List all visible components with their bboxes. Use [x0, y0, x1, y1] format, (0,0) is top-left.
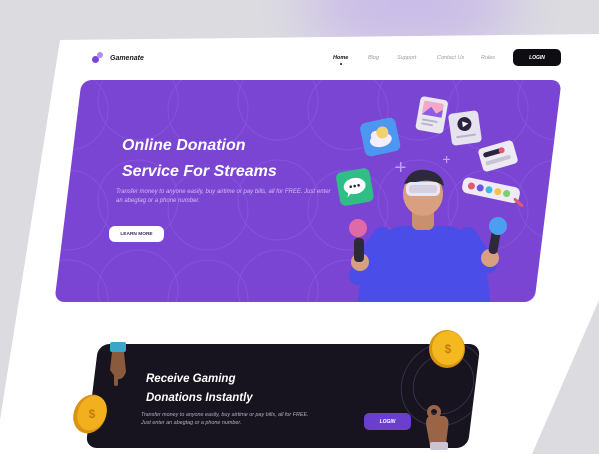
nav-active-indicator: [340, 63, 342, 65]
coin-icon-top: $: [429, 330, 465, 368]
hero-subtitle: Transfer money to anyone easily, buy air…: [116, 189, 331, 204]
toggle-card-icon: [478, 140, 518, 172]
card-title: Receive Gaming Donations Instantly: [146, 373, 253, 404]
photo-card-icon: [415, 96, 448, 134]
nav-support[interactable]: Support: [397, 55, 416, 61]
card-subtitle: Transfer money to anyone easily, buy air…: [141, 412, 309, 426]
learn-more-button[interactable]: LEARN MORE: [109, 226, 164, 242]
logo-icon: [92, 52, 106, 64]
chat-bubble-icon: [336, 168, 374, 206]
nav-contact[interactable]: Contact Us: [437, 55, 464, 61]
login-button[interactable]: LOGIN: [513, 49, 561, 66]
brand-name: Gamenate: [110, 54, 144, 62]
ok-hand-icon: [426, 405, 449, 450]
nav-home[interactable]: Home: [333, 55, 348, 61]
coin-icon: $: [73, 394, 107, 434]
hand-icon: [110, 342, 126, 386]
hero-illustration: [336, 96, 524, 302]
palette-icon: [462, 177, 524, 208]
svg-text:$: $: [445, 342, 452, 356]
brand-logo[interactable]: Gamenate: [92, 52, 144, 64]
nav-blog[interactable]: Blog: [368, 55, 379, 61]
card-login-button[interactable]: LOGIN: [364, 413, 411, 430]
cloud-icon: [360, 117, 401, 157]
svg-text:$: $: [89, 407, 96, 421]
nav-rules[interactable]: Rules: [481, 55, 495, 61]
play-card-icon: [448, 110, 482, 146]
hero-title: Online Donation Service For Streams: [122, 137, 277, 180]
